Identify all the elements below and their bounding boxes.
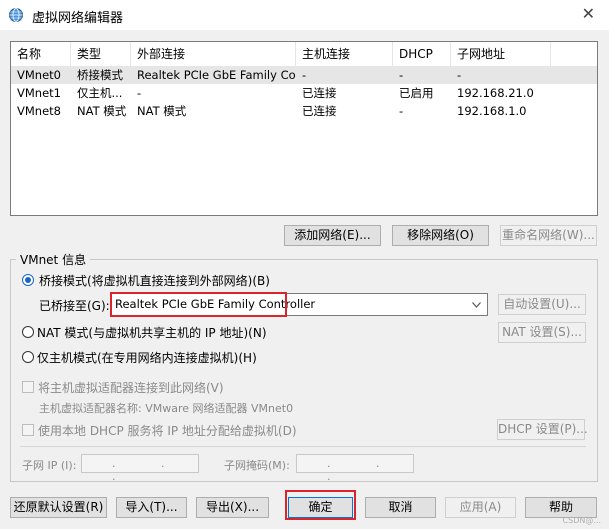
network-table[interactable]: 名称 类型 外部连接 主机连接 DHCP 子网地址 VMnet0 桥接模式 Re… [10,41,598,216]
title-bar: 虚拟网络编辑器 ✕ [0,0,609,30]
window-title: 虚拟网络编辑器 [32,11,124,26]
subnet-ip-label: 子网 IP (I): [22,459,77,472]
export-button[interactable]: 导出(X)... [196,497,269,518]
cell-dhcp: - [399,68,404,82]
watermark-text: CSDN@... [562,516,601,525]
remove-network-button[interactable]: 移除网络(O) [392,225,489,246]
add-network-button[interactable]: 添加网络(E)... [284,225,381,246]
cell-external: NAT 模式 [137,104,187,118]
cell-host: - [302,68,307,82]
apply-button[interactable]: 应用(A) [445,497,516,518]
cell-external: - [137,86,142,100]
dhcp-checkbox[interactable] [22,424,34,436]
cell-type: 桥接模式 [77,68,123,82]
ip-dots: . . . [112,457,186,483]
bridged-mode-radio[interactable] [22,274,34,286]
divider [20,446,586,447]
cell-type: 仅主机... [77,86,123,100]
cell-host: 已连接 [302,86,337,100]
host-only-radio[interactable] [22,351,34,363]
dhcp-settings-button[interactable]: DHCP 设置(P)... [497,419,588,440]
cell-external: Realtek PCIe GbE Family Co... [137,68,296,82]
nat-mode-radio[interactable] [22,326,34,338]
highlight-box [110,292,287,317]
cell-subnet: - [457,68,462,82]
table-row[interactable]: VMnet0 桥接模式 Realtek PCIe GbE Family Co..… [11,66,597,84]
bridged-to-label: 已桥接至(G): [39,299,110,313]
cell-subnet: 192.168.1.0 [457,104,527,118]
subnet-mask-input[interactable]: . . . [296,454,414,483]
column-header-type[interactable]: 类型 [71,42,131,66]
column-header-external[interactable]: 外部连接 [131,42,296,66]
auto-settings-button[interactable]: 自动设置(U)... [498,294,586,315]
vmnet-info-title: VMnet 信息 [16,251,91,268]
column-header-dhcp[interactable]: DHCP [393,42,451,66]
connect-adapter-label[interactable]: 将主机虚拟适配器连接到此网络(V) [38,379,224,396]
cell-dhcp: 已启用 [399,86,434,100]
rename-network-button[interactable]: 重命名网络(W)... [500,225,597,246]
ok-button[interactable]: 确定 [288,497,353,518]
cell-name: VMnet8 [17,104,61,118]
nat-settings-button[interactable]: NAT 设置(S)... [498,322,586,343]
subnet-ip-input[interactable]: . . . [81,454,199,483]
column-header-subnet[interactable]: 子网地址 [451,42,551,66]
network-globe-icon [9,8,23,22]
adapter-name-text: 主机虚拟适配器名称: VMware 网络适配器 VMnet0 [39,402,294,415]
import-button[interactable]: 导入(T)... [116,497,187,518]
cancel-button[interactable]: 取消 [365,497,436,518]
help-button[interactable]: 帮助 [525,497,597,518]
mask-dots: . . . [327,457,401,483]
nat-mode-label[interactable]: NAT 模式(与虚拟机共享主机的 IP 地址)(N) [37,324,267,341]
cell-subnet: 192.168.21.0 [457,86,534,100]
cell-name: VMnet0 [17,68,61,82]
subnet-mask-label: 子网掩码(M): [224,459,290,472]
connect-adapter-checkbox[interactable] [22,381,34,393]
bridged-mode-label[interactable]: 桥接模式(将虚拟机直接连接到外部网络)(B) [39,272,270,289]
cell-host: 已连接 [302,104,337,118]
cell-type: NAT 模式 [77,104,127,118]
table-row[interactable]: VMnet8 NAT 模式 NAT 模式 已连接 - 192.168.1.0 [11,102,597,120]
restore-defaults-button[interactable]: 还原默认设置(R) [10,497,107,518]
close-icon[interactable]: ✕ [582,4,595,23]
column-header-name[interactable]: 名称 [11,42,71,66]
host-only-label[interactable]: 仅主机模式(在专用网络内连接虚拟机)(H) [37,349,257,366]
cell-dhcp: - [399,104,404,118]
column-header-host[interactable]: 主机连接 [296,42,393,66]
cell-name: VMnet1 [17,86,61,100]
dhcp-label[interactable]: 使用本地 DHCP 服务将 IP 地址分配给虚拟机(D) [38,422,297,439]
chevron-down-icon [472,302,481,308]
table-row[interactable]: VMnet1 仅主机... - 已连接 已启用 192.168.21.0 [11,84,597,102]
